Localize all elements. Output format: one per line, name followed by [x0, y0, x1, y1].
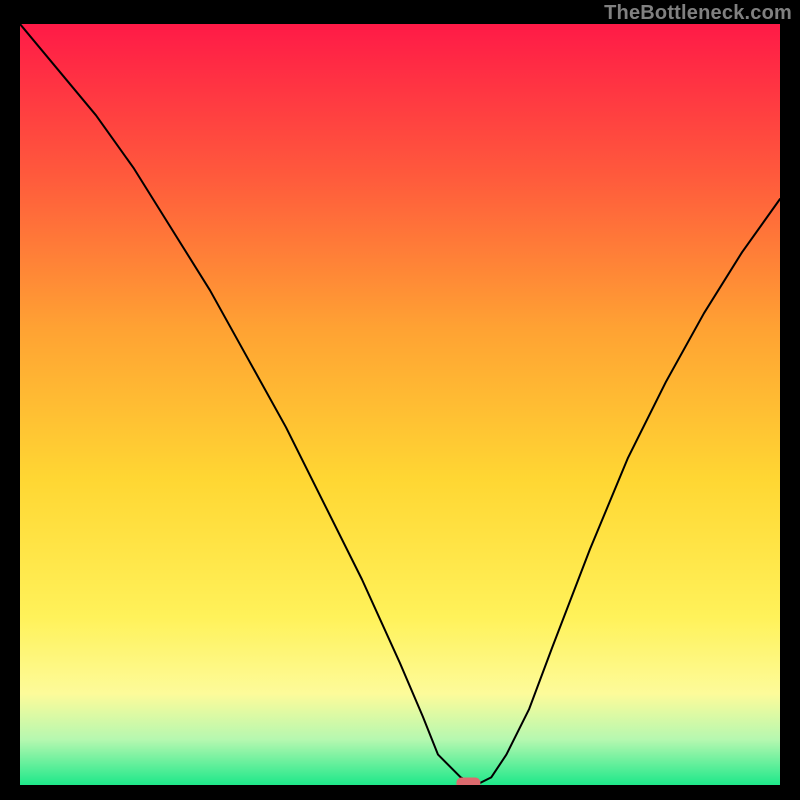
chart-figure: TheBottleneck.com	[0, 0, 800, 800]
optimum-marker	[456, 778, 480, 786]
watermark-text: TheBottleneck.com	[604, 2, 792, 25]
plot-area	[20, 24, 780, 785]
chart-svg	[20, 24, 780, 785]
gradient-background	[20, 24, 780, 785]
